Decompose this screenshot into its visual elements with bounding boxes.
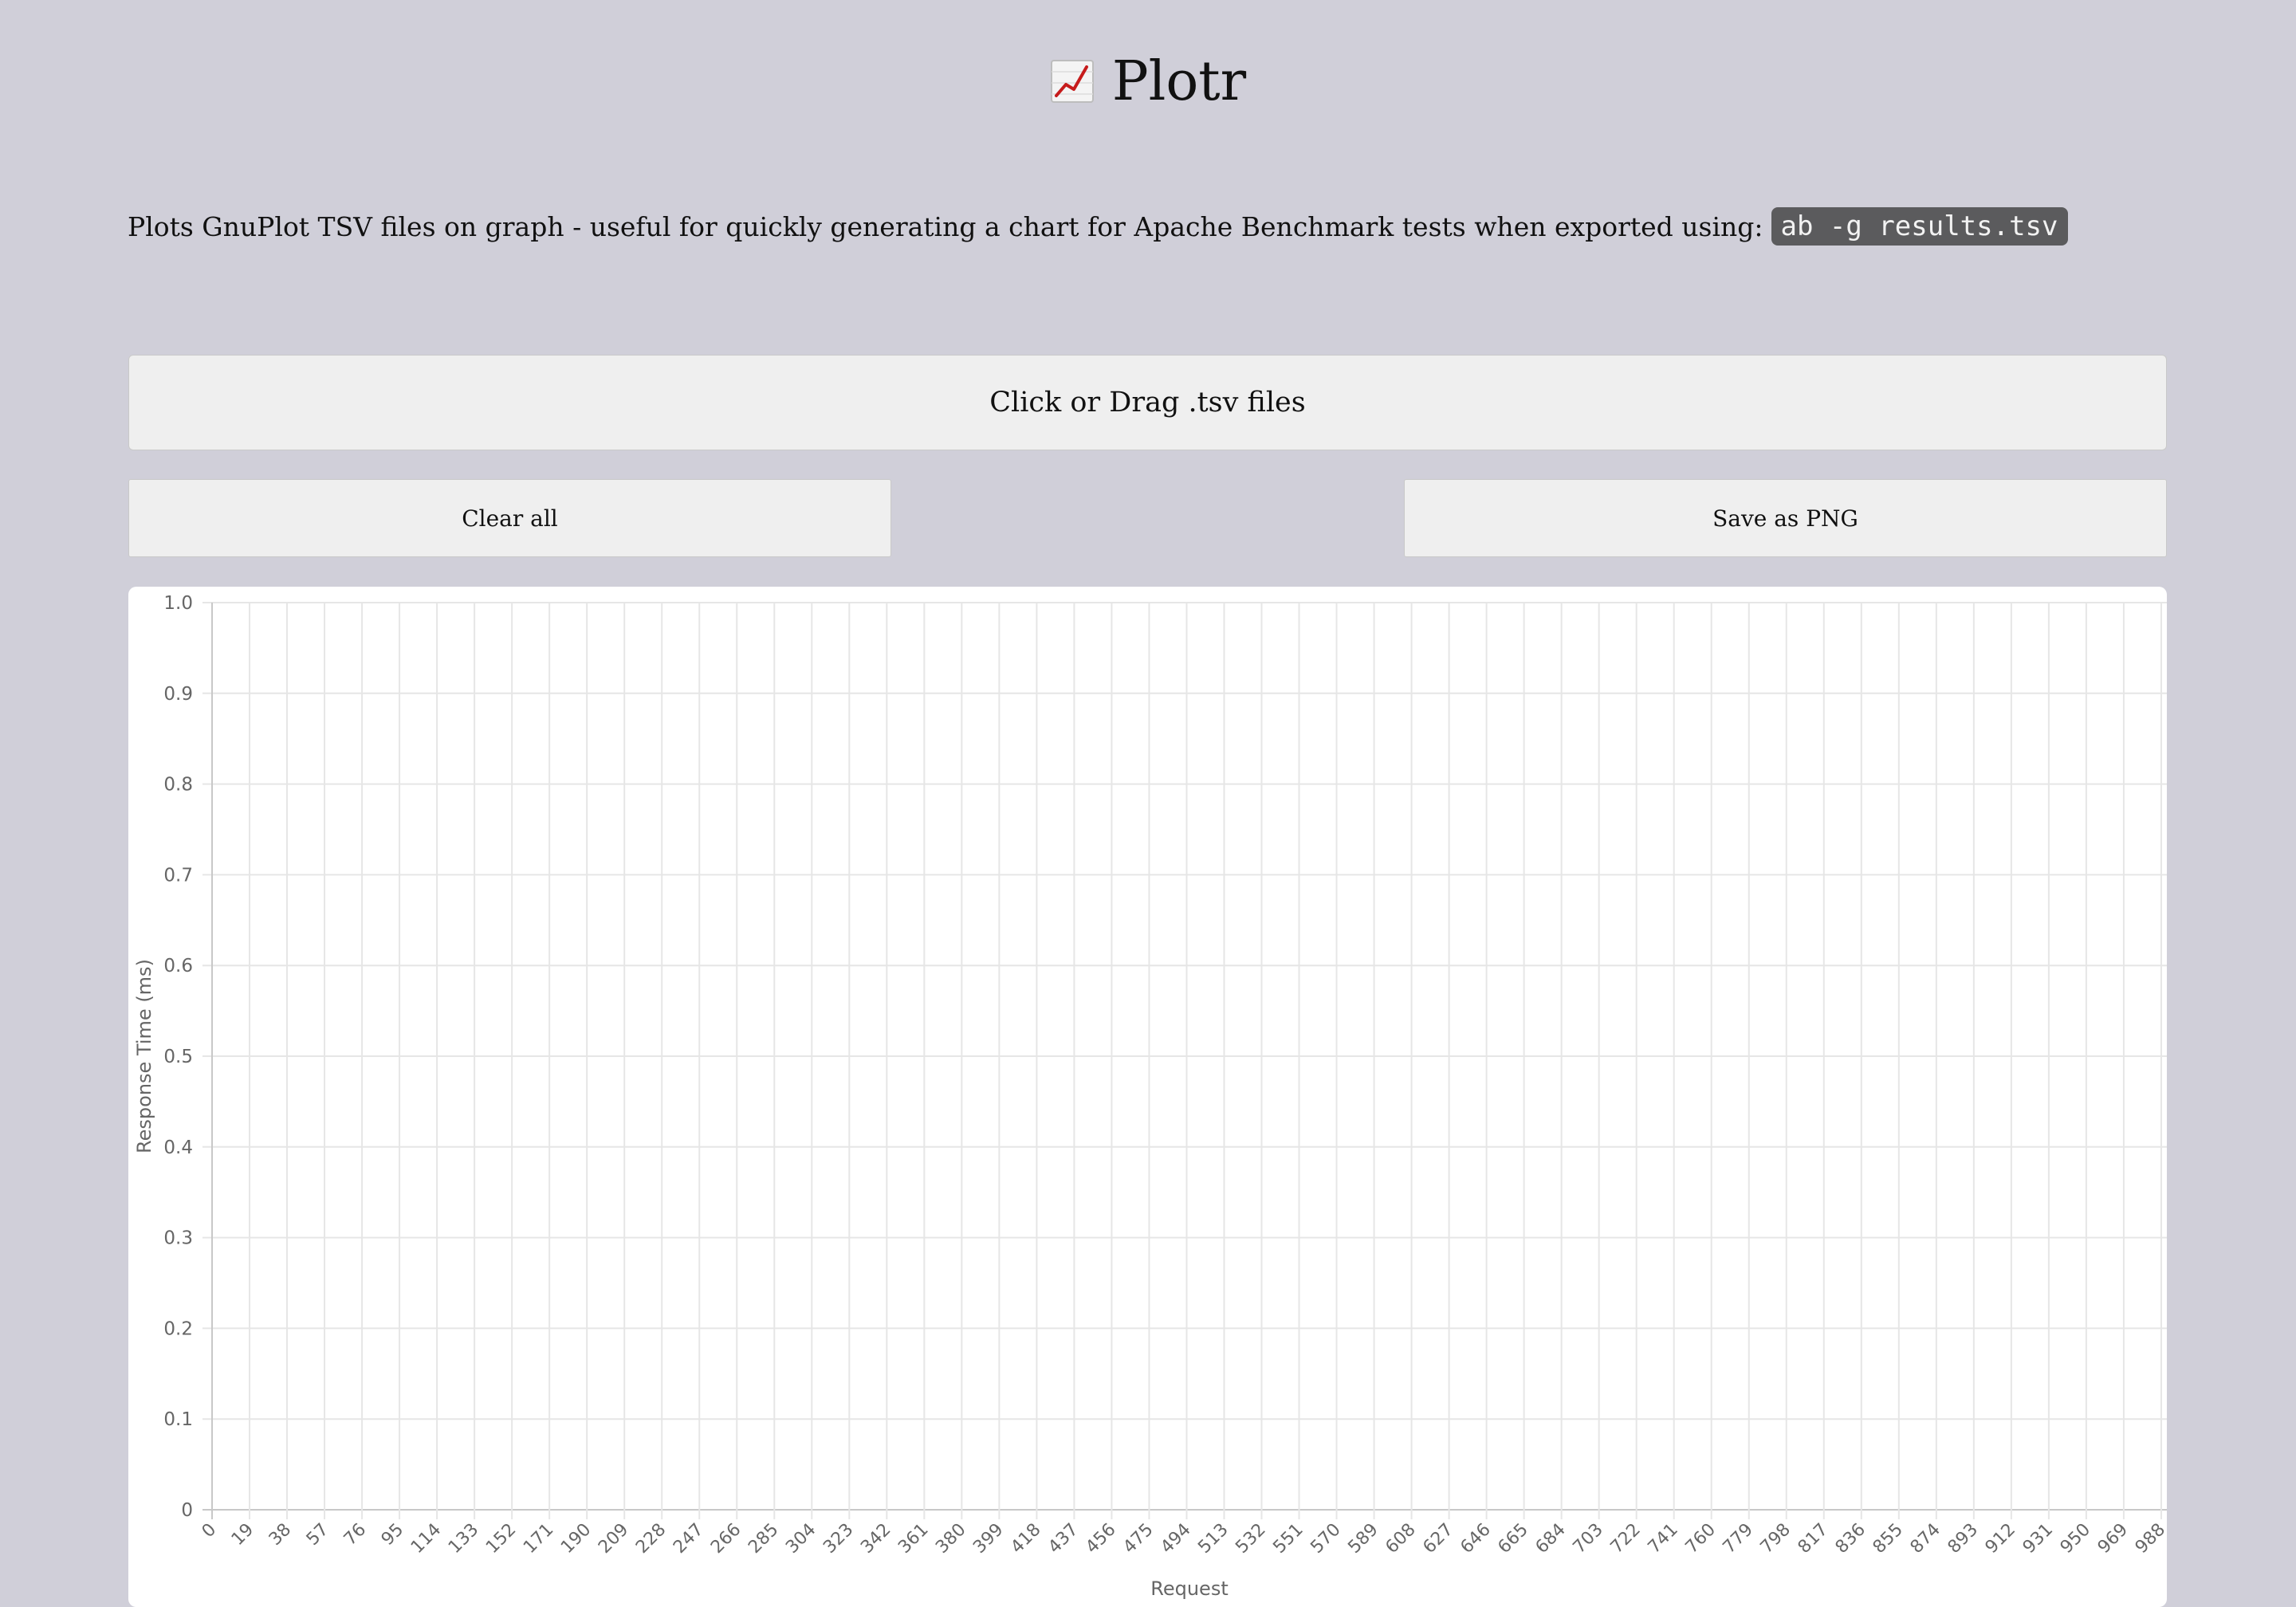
x-tick-label: 171 xyxy=(520,1520,557,1558)
y-tick-label: 1.0 xyxy=(163,593,193,614)
x-tick-label: 779 xyxy=(1720,1520,1757,1558)
y-tick-label: 0.3 xyxy=(163,1228,193,1249)
x-tick-label: 969 xyxy=(2094,1520,2132,1558)
x-tick-label: 627 xyxy=(1419,1520,1457,1558)
x-tick-label: 323 xyxy=(820,1520,857,1558)
x-tick-label: 703 xyxy=(1570,1520,1607,1558)
y-tick-label: 0.9 xyxy=(163,684,193,705)
page-title: Plotr xyxy=(0,41,2296,121)
x-tick-label: 304 xyxy=(782,1520,820,1558)
response-time-chart: 0 0.1 0.2 0.3 0.4 0.5 0.6 0.7 0.8 0.9 1.0 0 19 38 57 76… xyxy=(133,593,2167,1600)
chart-increasing-icon xyxy=(1050,60,1094,103)
x-tick-label: 133 xyxy=(445,1520,482,1558)
x-tick-label: 114 xyxy=(407,1520,445,1558)
y-tick-label: 0.1 xyxy=(163,1409,193,1430)
x-tick-label: 209 xyxy=(595,1520,632,1558)
x-tick-label: 342 xyxy=(857,1520,894,1558)
x-tick-label: 152 xyxy=(482,1520,520,1558)
x-tick-label: 912 xyxy=(1982,1520,2019,1558)
x-tick-label: 893 xyxy=(1944,1520,1982,1558)
intro-description: Plots GnuPlot TSV files on graph - usefu… xyxy=(128,210,1763,242)
x-tick-label: 608 xyxy=(1382,1520,1419,1558)
y-axis-title: Response Time (ms) xyxy=(133,959,155,1153)
y-tick-label: 0.4 xyxy=(163,1137,193,1158)
x-tick-label: 228 xyxy=(632,1520,670,1558)
x-tick-label: 874 xyxy=(1907,1520,1944,1558)
clear-all-button[interactable]: Clear all xyxy=(128,479,891,557)
app-title: Plotr xyxy=(1111,49,1247,113)
x-tick-label: 19 xyxy=(228,1520,258,1550)
x-tick-label: 475 xyxy=(1119,1520,1157,1558)
x-tick-label: 817 xyxy=(1795,1520,1832,1558)
x-tick-label: 437 xyxy=(1044,1520,1082,1558)
x-tick-label: 266 xyxy=(707,1520,745,1558)
x-tick-label: 836 xyxy=(1832,1520,1869,1558)
x-axis-title: Request xyxy=(1150,1578,1229,1600)
y-tick-label: 0.2 xyxy=(163,1318,193,1339)
x-tick-label: 589 xyxy=(1344,1520,1382,1558)
dropzone-label: Click or Drag .tsv files xyxy=(989,387,1306,418)
y-tick-label: 0.7 xyxy=(163,865,193,886)
x-tick-label: 722 xyxy=(1607,1520,1645,1558)
x-tick-label: 950 xyxy=(2057,1520,2094,1558)
x-tick-label: 855 xyxy=(1869,1520,1907,1558)
x-tick-label: 532 xyxy=(1232,1520,1269,1558)
x-tick-label: 494 xyxy=(1157,1520,1194,1558)
x-tick-label: 76 xyxy=(340,1520,370,1550)
x-tick-label: 399 xyxy=(969,1520,1007,1558)
x-tick-label: 456 xyxy=(1082,1520,1119,1558)
x-tick-label: 684 xyxy=(1532,1520,1570,1558)
x-tick-label: 285 xyxy=(745,1520,782,1558)
x-tick-label: 665 xyxy=(1495,1520,1532,1558)
x-tick-label: 57 xyxy=(303,1520,332,1550)
x-tick-label: 247 xyxy=(670,1520,707,1558)
x-tick-label: 513 xyxy=(1194,1520,1232,1558)
x-tick-label: 760 xyxy=(1682,1520,1720,1558)
chart-panel: 0 0.1 0.2 0.3 0.4 0.5 0.6 0.7 0.8 0.9 1.0 0 19 38 57 76… xyxy=(128,587,2167,1607)
x-tick-label: 95 xyxy=(378,1520,407,1550)
x-tick-label: 361 xyxy=(894,1520,932,1558)
x-tick-label: 380 xyxy=(932,1520,969,1558)
file-dropzone[interactable]: Click or Drag .tsv files xyxy=(128,355,2167,450)
x-tick-label: 798 xyxy=(1757,1520,1795,1558)
y-tick-label: 0.8 xyxy=(163,775,193,796)
x-tick-label: 551 xyxy=(1269,1520,1307,1558)
x-tick-label: 0 xyxy=(199,1520,221,1542)
x-tick-label: 38 xyxy=(265,1520,295,1550)
x-tick-label: 988 xyxy=(2132,1520,2167,1558)
save-png-button[interactable]: Save as PNG xyxy=(1404,479,2167,557)
x-tick-label: 741 xyxy=(1645,1520,1682,1558)
x-tick-label: 570 xyxy=(1307,1520,1344,1558)
command-snippet: ab -g results.tsv xyxy=(1771,207,2068,246)
x-tick-label: 931 xyxy=(2019,1520,2057,1558)
x-tick-label: 190 xyxy=(557,1520,595,1558)
x-tick-label: 418 xyxy=(1007,1520,1044,1558)
y-tick-label: 0.6 xyxy=(163,956,193,976)
x-tick-label: 646 xyxy=(1457,1520,1494,1558)
intro-text: Plots GnuPlot TSV files on graph - usefu… xyxy=(128,202,2068,250)
y-tick-label: 0.5 xyxy=(163,1047,193,1067)
y-tick-label: 0 xyxy=(181,1500,193,1521)
